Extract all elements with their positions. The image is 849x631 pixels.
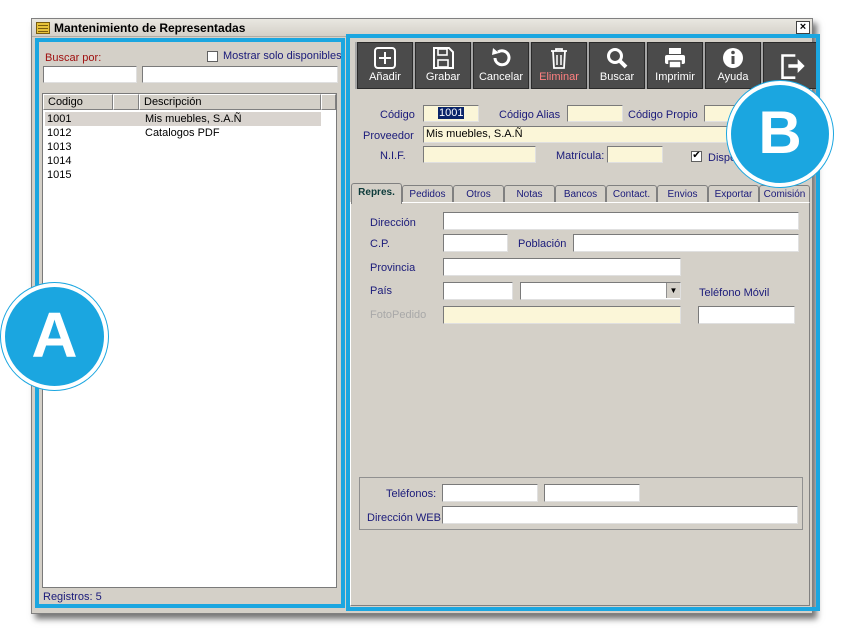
cancelar-button[interactable]: Cancelar (473, 42, 529, 89)
list-item[interactable]: 1015 (45, 168, 321, 182)
plus-box-icon (373, 47, 397, 69)
imprimir-button[interactable]: Imprimir (647, 42, 703, 89)
direccion-label: Dirección (370, 217, 416, 229)
printer-icon (663, 47, 687, 69)
nif-field[interactable] (423, 146, 536, 163)
list-item-code: 1013 (47, 141, 72, 153)
proveedor-label: Proveedor (363, 130, 414, 142)
anadir-button[interactable]: Añadir (357, 42, 413, 89)
list-item-code: 1001 (47, 113, 72, 125)
pais-select[interactable]: ▼ (520, 282, 681, 300)
column-header-codigo[interactable]: Codigo (43, 94, 113, 110)
tab-exportar[interactable]: Exportar (708, 185, 759, 203)
matricula-field[interactable] (607, 146, 663, 163)
disponible-checkbox[interactable]: ✔ (691, 151, 702, 162)
matricula-label: Matrícula: (556, 150, 605, 162)
eliminar-button[interactable]: Eliminar (531, 42, 587, 89)
list-item-description: Catalogos PDF (145, 127, 220, 139)
title-bar: Mantenimiento de Representadas × (32, 19, 812, 37)
exit-icon (779, 52, 805, 79)
codigo-field[interactable]: 1001 (423, 105, 479, 122)
search-field-select[interactable] (43, 66, 137, 83)
column-header-descripcion[interactable]: Descripción (139, 94, 321, 110)
web-field[interactable] (442, 506, 798, 524)
show-available-checkbox[interactable] (207, 51, 218, 62)
telefono-1-field[interactable] (442, 484, 538, 502)
search-input[interactable] (142, 66, 338, 83)
list-item[interactable]: 1012 Catalogos PDF (45, 126, 321, 140)
codigo-propio-label: Código Propio (628, 109, 698, 121)
list-item-code: 1012 (47, 127, 72, 139)
toolbar-button-label: Buscar (599, 71, 635, 83)
trash-icon (547, 47, 571, 69)
codigo-alias-label: Código Alias (499, 109, 561, 121)
search-by-label: Buscar por: (45, 52, 102, 64)
chevron-down-icon[interactable]: ▼ (666, 283, 680, 298)
close-button[interactable]: × (796, 21, 810, 34)
tab-contact[interactable]: Contact. (606, 185, 657, 203)
codigo-value: 1001 (438, 107, 465, 119)
web-label: Dirección WEB: (367, 512, 445, 524)
list-item[interactable]: 1013 (45, 140, 321, 154)
tab-bancos[interactable]: Bancos (555, 185, 606, 203)
tab-notas[interactable]: Notas (504, 185, 555, 203)
pais-code-field[interactable] (443, 282, 513, 300)
proveedor-field[interactable]: Mis muebles, S.A.Ñ (423, 126, 733, 143)
list-item[interactable]: 1014 (45, 154, 321, 168)
codigo-alias-field[interactable] (567, 105, 623, 122)
telefono-movil-label: Teléfono Móvil (699, 287, 770, 299)
telefono-movil-field[interactable] (698, 306, 795, 324)
cp-field[interactable] (443, 234, 508, 252)
grabar-button[interactable]: Grabar (415, 42, 471, 89)
toolbar-button-label: Ayuda (717, 71, 749, 83)
buscar-button[interactable]: Buscar (589, 42, 645, 89)
toolbar-button-label: Cancelar (478, 71, 524, 83)
magnifier-icon (605, 47, 629, 69)
tab-envios[interactable]: Envios (657, 185, 708, 203)
tab-repres[interactable]: Repres. (351, 183, 402, 204)
list-item-code: 1014 (47, 155, 72, 167)
column-header-end (321, 94, 336, 110)
undo-icon (489, 47, 513, 69)
poblacion-label: Población (518, 238, 567, 250)
tab-pedidos[interactable]: Pedidos (402, 185, 453, 203)
list-item[interactable]: 1001 Mis muebles, S.A.Ñ (45, 112, 321, 126)
info-icon (721, 47, 745, 69)
app-icon (36, 22, 50, 34)
record-count: Registros: 5 (43, 591, 102, 603)
window-title: Mantenimiento de Representadas (54, 21, 246, 35)
poblacion-field[interactable] (573, 234, 799, 252)
tab-comisin[interactable]: Comisión (759, 185, 810, 203)
column-header-spacer (113, 94, 139, 110)
cp-label: C.P. (370, 238, 390, 250)
tab-otros[interactable]: Otros (453, 185, 504, 203)
proveedor-value: Mis muebles, S.A.Ñ (426, 128, 523, 140)
toolbar-button-label: Eliminar (539, 71, 579, 83)
toolbar-button-label: Añadir (369, 71, 401, 83)
toolbar-button-label: Grabar (425, 71, 461, 83)
telefonos-label: Teléfonos: (386, 488, 437, 500)
floppy-disk-icon (431, 47, 455, 69)
provincia-field[interactable] (443, 258, 681, 276)
codigo-label: Código (380, 109, 415, 121)
callout-badge-b: B (727, 81, 833, 187)
list-item-description: Mis muebles, S.A.Ñ (145, 113, 242, 125)
nif-label: N.I.F. (380, 150, 406, 162)
provincia-label: Provincia (370, 262, 416, 274)
ayuda-button[interactable]: Ayuda (705, 42, 761, 89)
fotopedido-field[interactable] (443, 306, 681, 324)
callout-badge-a: A (1, 283, 108, 390)
pais-label: País (370, 285, 393, 297)
fotopedido-label: FotoPedido (370, 309, 427, 321)
telefono-2-field[interactable] (544, 484, 640, 502)
toolbar-button-label: Imprimir (655, 71, 695, 83)
direccion-field[interactable] (443, 212, 799, 230)
show-available-label: Mostrar solo disponibles (223, 50, 342, 62)
list-item-code: 1015 (47, 169, 72, 181)
